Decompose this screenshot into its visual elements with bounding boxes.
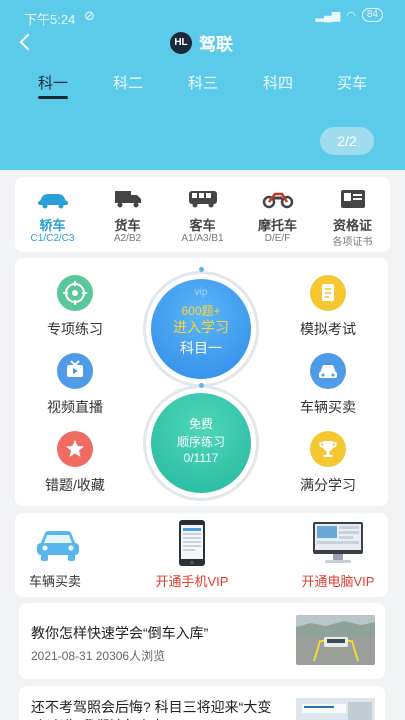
- mock-exam-button[interactable]: 模拟考试: [283, 275, 373, 339]
- vehicle-label: 货车: [114, 218, 141, 233]
- vehicle-license-classes: A1/A3/B1: [181, 233, 224, 244]
- news-title: 还不考驾照会后悔? 科目三将迎来“大变动”考生 我们该怎么办?: [31, 699, 272, 720]
- app-title: 驾联: [199, 35, 233, 54]
- vehicle-trade-button[interactable]: 车辆买卖: [283, 353, 373, 417]
- news-thumbnail: [296, 698, 375, 720]
- promo-label: 开通电脑VIP: [301, 574, 375, 589]
- vehicle-label: 轿车: [39, 218, 66, 233]
- bus-icon: [189, 191, 217, 208]
- news-thumbnail: [296, 615, 375, 665]
- promo-panel: 车辆买卖 开通手机VIP 开通电脑VIP: [15, 513, 388, 597]
- phone-icon: [179, 520, 205, 566]
- vehicle-label: 客车: [189, 218, 216, 233]
- car-front-icon: [310, 353, 346, 389]
- feature-label: 专项练习: [47, 321, 103, 337]
- status-time: 下午5:24: [24, 12, 76, 27]
- feature-label: 满分学习: [300, 477, 356, 493]
- news-meta: 2021-08-31 20306人浏览: [31, 647, 165, 664]
- feature-panel: 专项练习 视频直播 错题/收藏 模拟考试 车辆买卖 满分学习 vip 600题+: [15, 258, 388, 506]
- vehicle-car[interactable]: 轿车 C1/C2/C3: [15, 177, 90, 252]
- vehicle-license-classes: C1/C2/C3: [30, 233, 75, 244]
- tab-subject-2[interactable]: 科二: [98, 72, 158, 93]
- free-label: 免费: [188, 417, 213, 431]
- motorcycle-icon: [262, 192, 294, 209]
- news-item[interactable]: 教你怎样快速学会“倒车入库” 2021-08-31 20306人浏览: [19, 603, 385, 679]
- special-practice-button[interactable]: 专项练习: [30, 275, 120, 339]
- mistakes-favorites-button[interactable]: 错题/收藏: [30, 431, 120, 495]
- trophy-icon: [310, 431, 346, 467]
- enter-study-button[interactable]: vip 600题+ 进入学习 科目一: [151, 279, 251, 379]
- vehicle-label: 资格证: [332, 218, 372, 233]
- car-front-icon: [37, 531, 79, 561]
- mute-icon: ⊘: [84, 8, 95, 23]
- promo-label: 车辆买卖: [28, 574, 81, 589]
- app-title-group: HL 驾联: [170, 30, 233, 55]
- video-live-button[interactable]: 视频直播: [30, 353, 120, 417]
- ring-marker: [199, 383, 204, 388]
- target-icon: [57, 275, 93, 311]
- sequential-practice-button[interactable]: 免费 顺序练习 0/1117: [151, 393, 251, 493]
- title-bar: HL 驾联: [0, 28, 405, 58]
- full-score-button[interactable]: 满分学习: [283, 431, 373, 495]
- vehicle-bus[interactable]: 客车 A1/A3/B1: [165, 177, 240, 252]
- vehicle-motorcycle[interactable]: 摩托车 D/E/F: [240, 177, 315, 252]
- app-logo-icon: HL: [170, 31, 192, 54]
- feature-label: 错题/收藏: [45, 477, 105, 493]
- status-indicators: ▂▄▆ ◠ 84: [316, 8, 383, 22]
- news-item[interactable]: 还不考驾照会后悔? 科目三将迎来“大变动”考生 我们该怎么办?: [19, 686, 385, 720]
- truck-icon: [115, 191, 141, 208]
- feature-label: 车辆买卖: [300, 399, 356, 415]
- signal-icon: ▂▄▆: [315, 9, 341, 22]
- tv-icon: [57, 353, 93, 389]
- tab-subject-3[interactable]: 科三: [173, 72, 233, 93]
- back-button[interactable]: [16, 28, 40, 56]
- news-views: 20306人浏览: [95, 649, 166, 663]
- vehicle-license-classes: A2/B2: [113, 233, 142, 244]
- feature-label: 视频直播: [47, 399, 103, 415]
- subject-label: 科目一: [180, 340, 222, 356]
- car-icon: [38, 194, 68, 209]
- active-tab-indicator: [38, 96, 68, 99]
- news-title: 教你怎样快速学会“倒车入库”: [31, 625, 209, 641]
- enter-study-label: 进入学习: [173, 319, 229, 335]
- vehicle-truck[interactable]: 货车 A2/B2: [90, 177, 165, 252]
- practice-progress: 0/1117: [183, 451, 219, 465]
- promo-label: 开通手机VIP: [155, 574, 229, 589]
- vehicle-type-selector: 轿车 C1/C2/C3 货车 A2/B2 客车 A1/A3/B1 摩托车 D/E…: [15, 177, 390, 252]
- exam-paper-icon: [310, 275, 346, 311]
- vehicle-certificate[interactable]: 资格证 各项证书: [315, 177, 390, 252]
- ring-marker: [199, 267, 204, 272]
- battery-icon: 84: [361, 8, 383, 22]
- vehicle-label: 摩托车: [257, 218, 297, 233]
- tab-buy-car[interactable]: 买车: [322, 72, 382, 93]
- vehicle-license-classes: D/E/F: [264, 233, 291, 244]
- page-indicator: 2/2: [320, 127, 374, 155]
- computer-icon: [313, 522, 363, 563]
- wifi-icon: ◠: [346, 9, 356, 22]
- certificate-icon: [341, 190, 365, 208]
- vip-tag: vip: [194, 287, 208, 298]
- feature-label: 模拟考试: [300, 321, 356, 337]
- sequential-practice-label: 顺序练习: [176, 435, 225, 449]
- subject-tabs: 科一 科二 科三 科四 买车: [0, 66, 405, 102]
- vehicle-license-classes: 各项证书: [332, 237, 373, 248]
- star-icon: [57, 431, 93, 467]
- news-date: 2021-08-31: [31, 649, 93, 663]
- tab-subject-1[interactable]: 科一: [23, 72, 83, 93]
- tab-subject-4[interactable]: 科四: [248, 72, 308, 93]
